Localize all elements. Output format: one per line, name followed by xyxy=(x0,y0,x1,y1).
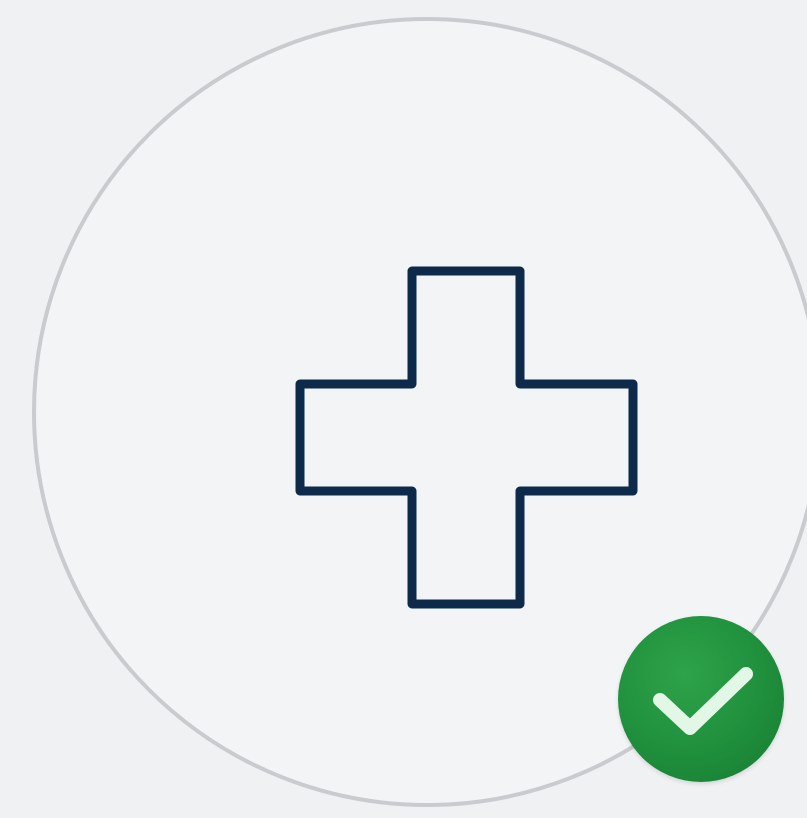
plus-icon xyxy=(294,265,639,610)
status-badge xyxy=(618,616,784,782)
checkmark-icon xyxy=(653,667,753,735)
screen xyxy=(0,0,807,818)
